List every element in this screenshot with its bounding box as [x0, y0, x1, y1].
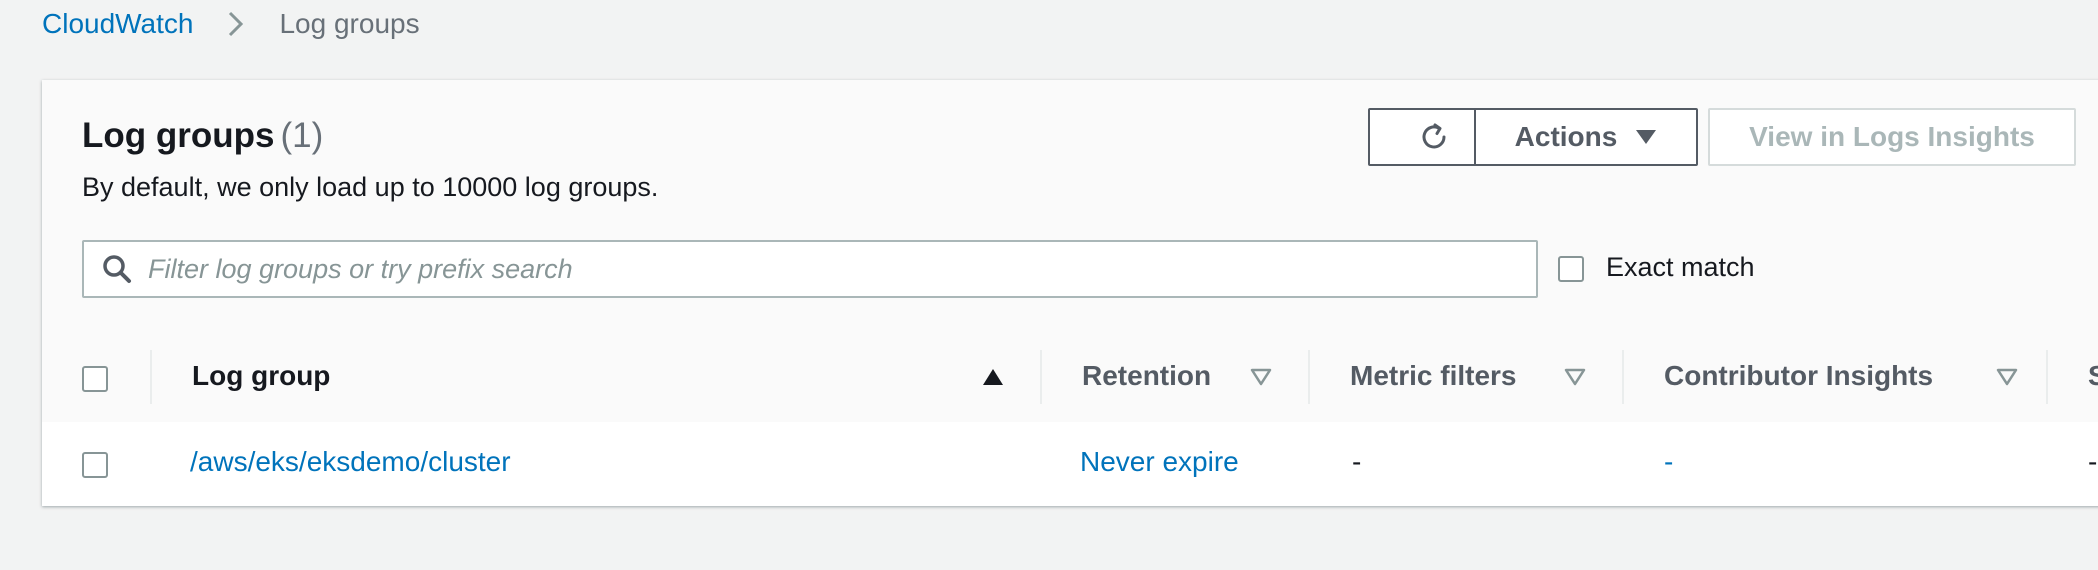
- retention-link[interactable]: Never expire: [1080, 446, 1239, 478]
- table-header: Log group Retention Metric filters Contr…: [42, 332, 2098, 423]
- actions-label: Actions: [1514, 121, 1618, 152]
- search-icon: [102, 254, 132, 284]
- table-row: /aws/eks/eksdemo/cluster Never expire - …: [42, 422, 2098, 506]
- column-header-retention[interactable]: Retention: [1082, 360, 1211, 392]
- page-title: Log groups (1): [82, 116, 323, 156]
- column-divider: [150, 350, 152, 404]
- view-in-logs-insights-button[interactable]: View in Logs Insights: [1708, 108, 2076, 166]
- column-header-truncated[interactable]: S: [2088, 360, 2098, 392]
- metric-filters-value: -: [1352, 446, 1362, 477]
- log-group-link[interactable]: /aws/eks/eksdemo/cluster: [190, 446, 511, 478]
- column-header-metric-filters[interactable]: Metric filters: [1350, 360, 1517, 392]
- row-checkbox[interactable]: [82, 452, 108, 478]
- breadcrumb-current: Log groups: [279, 8, 420, 39]
- search-input[interactable]: [146, 252, 1500, 286]
- breadcrumb: CloudWatch Log groups: [42, 8, 420, 40]
- panel-header: Log groups (1) By default, we only load u…: [42, 80, 2098, 333]
- refresh-icon: [1422, 123, 1446, 149]
- log-group-count: (1): [280, 116, 324, 155]
- sort-icon[interactable]: [1996, 368, 2018, 386]
- truncated-column-value: -: [2088, 446, 2098, 477]
- column-header-contributor-insights[interactable]: Contributor Insights: [1664, 360, 1933, 392]
- search-box[interactable]: [82, 240, 1538, 298]
- sort-icon[interactable]: [1250, 368, 1272, 386]
- actions-button[interactable]: Actions: [1474, 108, 1698, 166]
- column-divider: [1308, 350, 1310, 404]
- column-divider: [2046, 350, 2048, 404]
- chevron-right-icon: [229, 11, 244, 37]
- contributor-insights-link[interactable]: -: [1664, 446, 1673, 478]
- sort-ascending-icon[interactable]: [982, 368, 1004, 386]
- breadcrumb-cloudwatch-link[interactable]: CloudWatch: [42, 8, 193, 40]
- select-all-checkbox[interactable]: [82, 366, 108, 392]
- sort-icon[interactable]: [1564, 368, 1586, 386]
- column-divider: [1040, 350, 1042, 404]
- exact-match-label: Exact match: [1606, 252, 1755, 282]
- panel-description: By default, we only load up to 10000 log…: [82, 172, 659, 202]
- column-divider: [1622, 350, 1624, 404]
- exact-match-checkbox[interactable]: [1558, 256, 1584, 282]
- column-header-log-group[interactable]: Log group: [192, 360, 330, 392]
- caret-down-icon: [1636, 130, 1657, 144]
- title-text: Log groups: [82, 116, 275, 155]
- log-groups-panel: Log groups (1) By default, we only load u…: [42, 80, 2098, 506]
